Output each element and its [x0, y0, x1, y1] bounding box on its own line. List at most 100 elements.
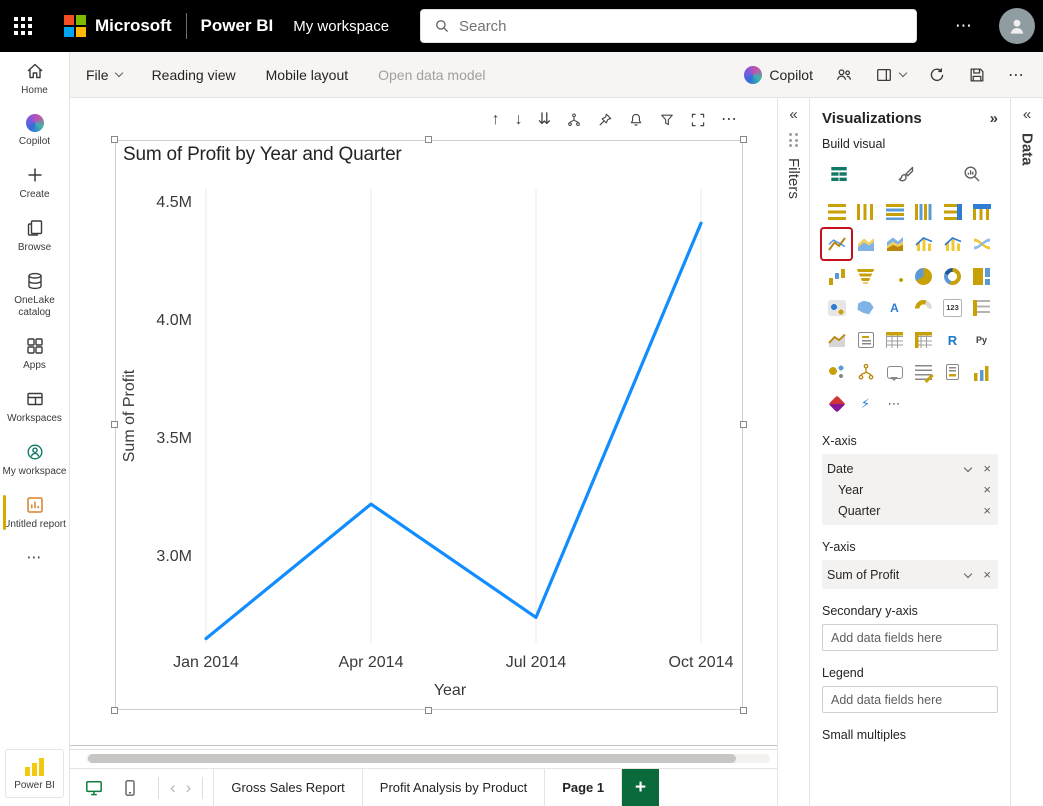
web-layout-icon[interactable] — [84, 778, 104, 798]
sidebar-item-workspaces[interactable]: Workspaces — [0, 380, 69, 433]
drill-down-icon[interactable]: ↓ — [515, 111, 523, 129]
toolbar-more-button[interactable]: ⋯ — [1008, 65, 1025, 85]
report-canvas[interactable]: ↑ ↓ ⇊ ⋯ Sum of Profit by Year and Quarter S… — [70, 98, 777, 745]
sidebar-item-onelake-catalog[interactable]: OneLake catalog — [0, 262, 69, 327]
sidebar-item-untitled-report[interactable]: Untitled report — [0, 486, 69, 539]
visual-type-line-chart[interactable] — [822, 229, 851, 259]
visual-type-power-automate-visual[interactable]: ⚡ — [851, 389, 880, 419]
visual-type-metrics[interactable] — [967, 357, 996, 387]
visual-type-decomposition-tree[interactable] — [851, 357, 880, 387]
visual-type-clustered-bar-chart[interactable] — [880, 197, 909, 227]
visual-type-matrix[interactable] — [909, 325, 938, 355]
waffle-menu-button[interactable] — [0, 0, 46, 52]
copilot-button[interactable]: Copilot — [744, 66, 813, 84]
visual-type-ribbon-chart[interactable] — [967, 229, 996, 259]
remove-field-button[interactable]: × — [981, 504, 993, 517]
pane-switcher-button[interactable] — [875, 66, 906, 84]
field-pill-year[interactable]: Year× — [827, 479, 993, 500]
line-chart-visual[interactable]: Sum of Profit by Year and Quarter Sum of… — [115, 140, 743, 710]
tab-format-visual[interactable] — [896, 164, 916, 184]
sidebar-item-copilot[interactable]: Copilot — [0, 105, 69, 156]
app-name[interactable]: Power BI — [201, 16, 274, 36]
expand-data-icon[interactable]: « — [1023, 107, 1031, 122]
visual-type-multi-row-card[interactable] — [967, 293, 996, 323]
visual-type-filled-map[interactable] — [851, 293, 880, 323]
visual-type-key-influencers[interactable] — [822, 357, 851, 387]
field-pill-quarter[interactable]: Quarter× — [827, 500, 993, 521]
selection-handle[interactable] — [425, 707, 432, 714]
powerbi-app-badge[interactable]: Power BI — [5, 749, 64, 798]
visual-type-slicer[interactable] — [851, 325, 880, 355]
file-menu[interactable]: File — [86, 67, 122, 83]
visual-type-table[interactable] — [880, 325, 909, 355]
global-search[interactable] — [420, 9, 917, 43]
expand-all-down-icon[interactable] — [566, 112, 582, 128]
page-tab-gross-sales-report[interactable]: Gross Sales Report — [213, 769, 362, 806]
visual-type-line-and-stacked-column-chart[interactable] — [909, 229, 938, 259]
filters-pane-collapsed[interactable]: « Filters — [777, 98, 810, 806]
page-tab-page-1[interactable]: Page 1 — [545, 769, 622, 806]
visual-type-azure-map[interactable]: A — [880, 293, 909, 323]
visual-type-r-script-visual[interactable]: R — [938, 325, 967, 355]
scrollbar-thumb[interactable] — [88, 754, 736, 763]
pin-visual-icon[interactable] — [597, 112, 613, 128]
visual-type-pie-chart[interactable] — [909, 261, 938, 291]
chevron-down-icon[interactable] — [964, 463, 972, 471]
visual-type-clustered-column-chart[interactable] — [909, 197, 938, 227]
drill-up-icon[interactable]: ↑ — [492, 111, 500, 129]
visual-type-waterfall-chart[interactable] — [822, 261, 851, 291]
field-pill-sum-of-profit[interactable]: Sum of Profit× — [827, 564, 993, 585]
visual-type-treemap[interactable] — [967, 261, 996, 291]
sidebar-item-apps[interactable]: Apps — [0, 327, 69, 380]
workspace-name[interactable]: My workspace — [293, 18, 389, 35]
visual-type-kpi[interactable] — [822, 325, 851, 355]
tab-analytics[interactable] — [962, 164, 982, 184]
go-to-next-level-icon[interactable]: ⇊ — [538, 111, 551, 129]
visual-type-power-apps-visual[interactable] — [822, 389, 851, 419]
visual-type-stacked-column-chart[interactable] — [851, 197, 880, 227]
field-pill-date[interactable]: Date× — [827, 458, 993, 479]
visual-type-python-visual[interactable]: Py — [967, 325, 996, 355]
visual-type-line-and-clustered-column-chart[interactable] — [938, 229, 967, 259]
remove-field-button[interactable]: × — [981, 462, 993, 475]
selection-handle[interactable] — [740, 136, 747, 143]
visual-type-smart-narrative[interactable] — [909, 357, 938, 387]
visual-type-scatter-chart[interactable] — [880, 261, 909, 291]
mobile-layout-icon[interactable] — [120, 778, 140, 798]
data-pane-collapsed[interactable]: « Data — [1010, 98, 1043, 806]
refresh-icon[interactable] — [928, 66, 946, 84]
expand-filters-icon[interactable]: « — [789, 107, 797, 122]
collapse-visualizations-icon[interactable]: » — [990, 111, 998, 126]
chevron-down-icon[interactable] — [964, 569, 972, 577]
reading-view-button[interactable]: Reading view — [152, 67, 236, 83]
sidebar-item-my-workspace[interactable]: My workspace — [0, 433, 69, 486]
selection-handle[interactable] — [740, 707, 747, 714]
more-options-icon[interactable]: ⋯ — [721, 111, 737, 129]
visual-type-100-stacked-column-chart[interactable] — [967, 197, 996, 227]
topbar-more-button[interactable]: ⋯ — [943, 0, 985, 52]
visual-type-donut-chart[interactable] — [938, 261, 967, 291]
visual-type-more-visuals[interactable]: ⋯ — [880, 389, 909, 419]
previous-page-button[interactable]: ‹ — [165, 779, 181, 796]
visual-type-area-chart[interactable] — [851, 229, 880, 259]
secondary-y-axis-well[interactable]: Add data fields here — [822, 624, 998, 651]
account-avatar[interactable] — [999, 8, 1035, 44]
set-alert-icon[interactable] — [628, 112, 644, 128]
remove-field-button[interactable]: × — [981, 483, 993, 496]
tab-build-visual[interactable] — [828, 163, 850, 185]
search-input[interactable] — [459, 18, 916, 35]
selection-handle[interactable] — [111, 136, 118, 143]
legend-well[interactable]: Add data fields here — [822, 686, 998, 713]
page-tab-profit-analysis-by-product[interactable]: Profit Analysis by Product — [363, 769, 545, 806]
next-page-button[interactable]: › — [181, 779, 197, 796]
selection-handle[interactable] — [111, 421, 118, 428]
remove-field-button[interactable]: × — [981, 568, 993, 581]
selection-handle[interactable] — [111, 707, 118, 714]
new-page-button[interactable]: + — [622, 769, 659, 806]
visual-type-paginated-report[interactable] — [938, 357, 967, 387]
visual-type-100-stacked-bar-chart[interactable] — [938, 197, 967, 227]
visual-type-qa-visual[interactable] — [880, 357, 909, 387]
mobile-layout-button[interactable]: Mobile layout — [266, 67, 349, 83]
visual-type-stacked-area-chart[interactable] — [880, 229, 909, 259]
save-icon[interactable] — [968, 66, 986, 84]
